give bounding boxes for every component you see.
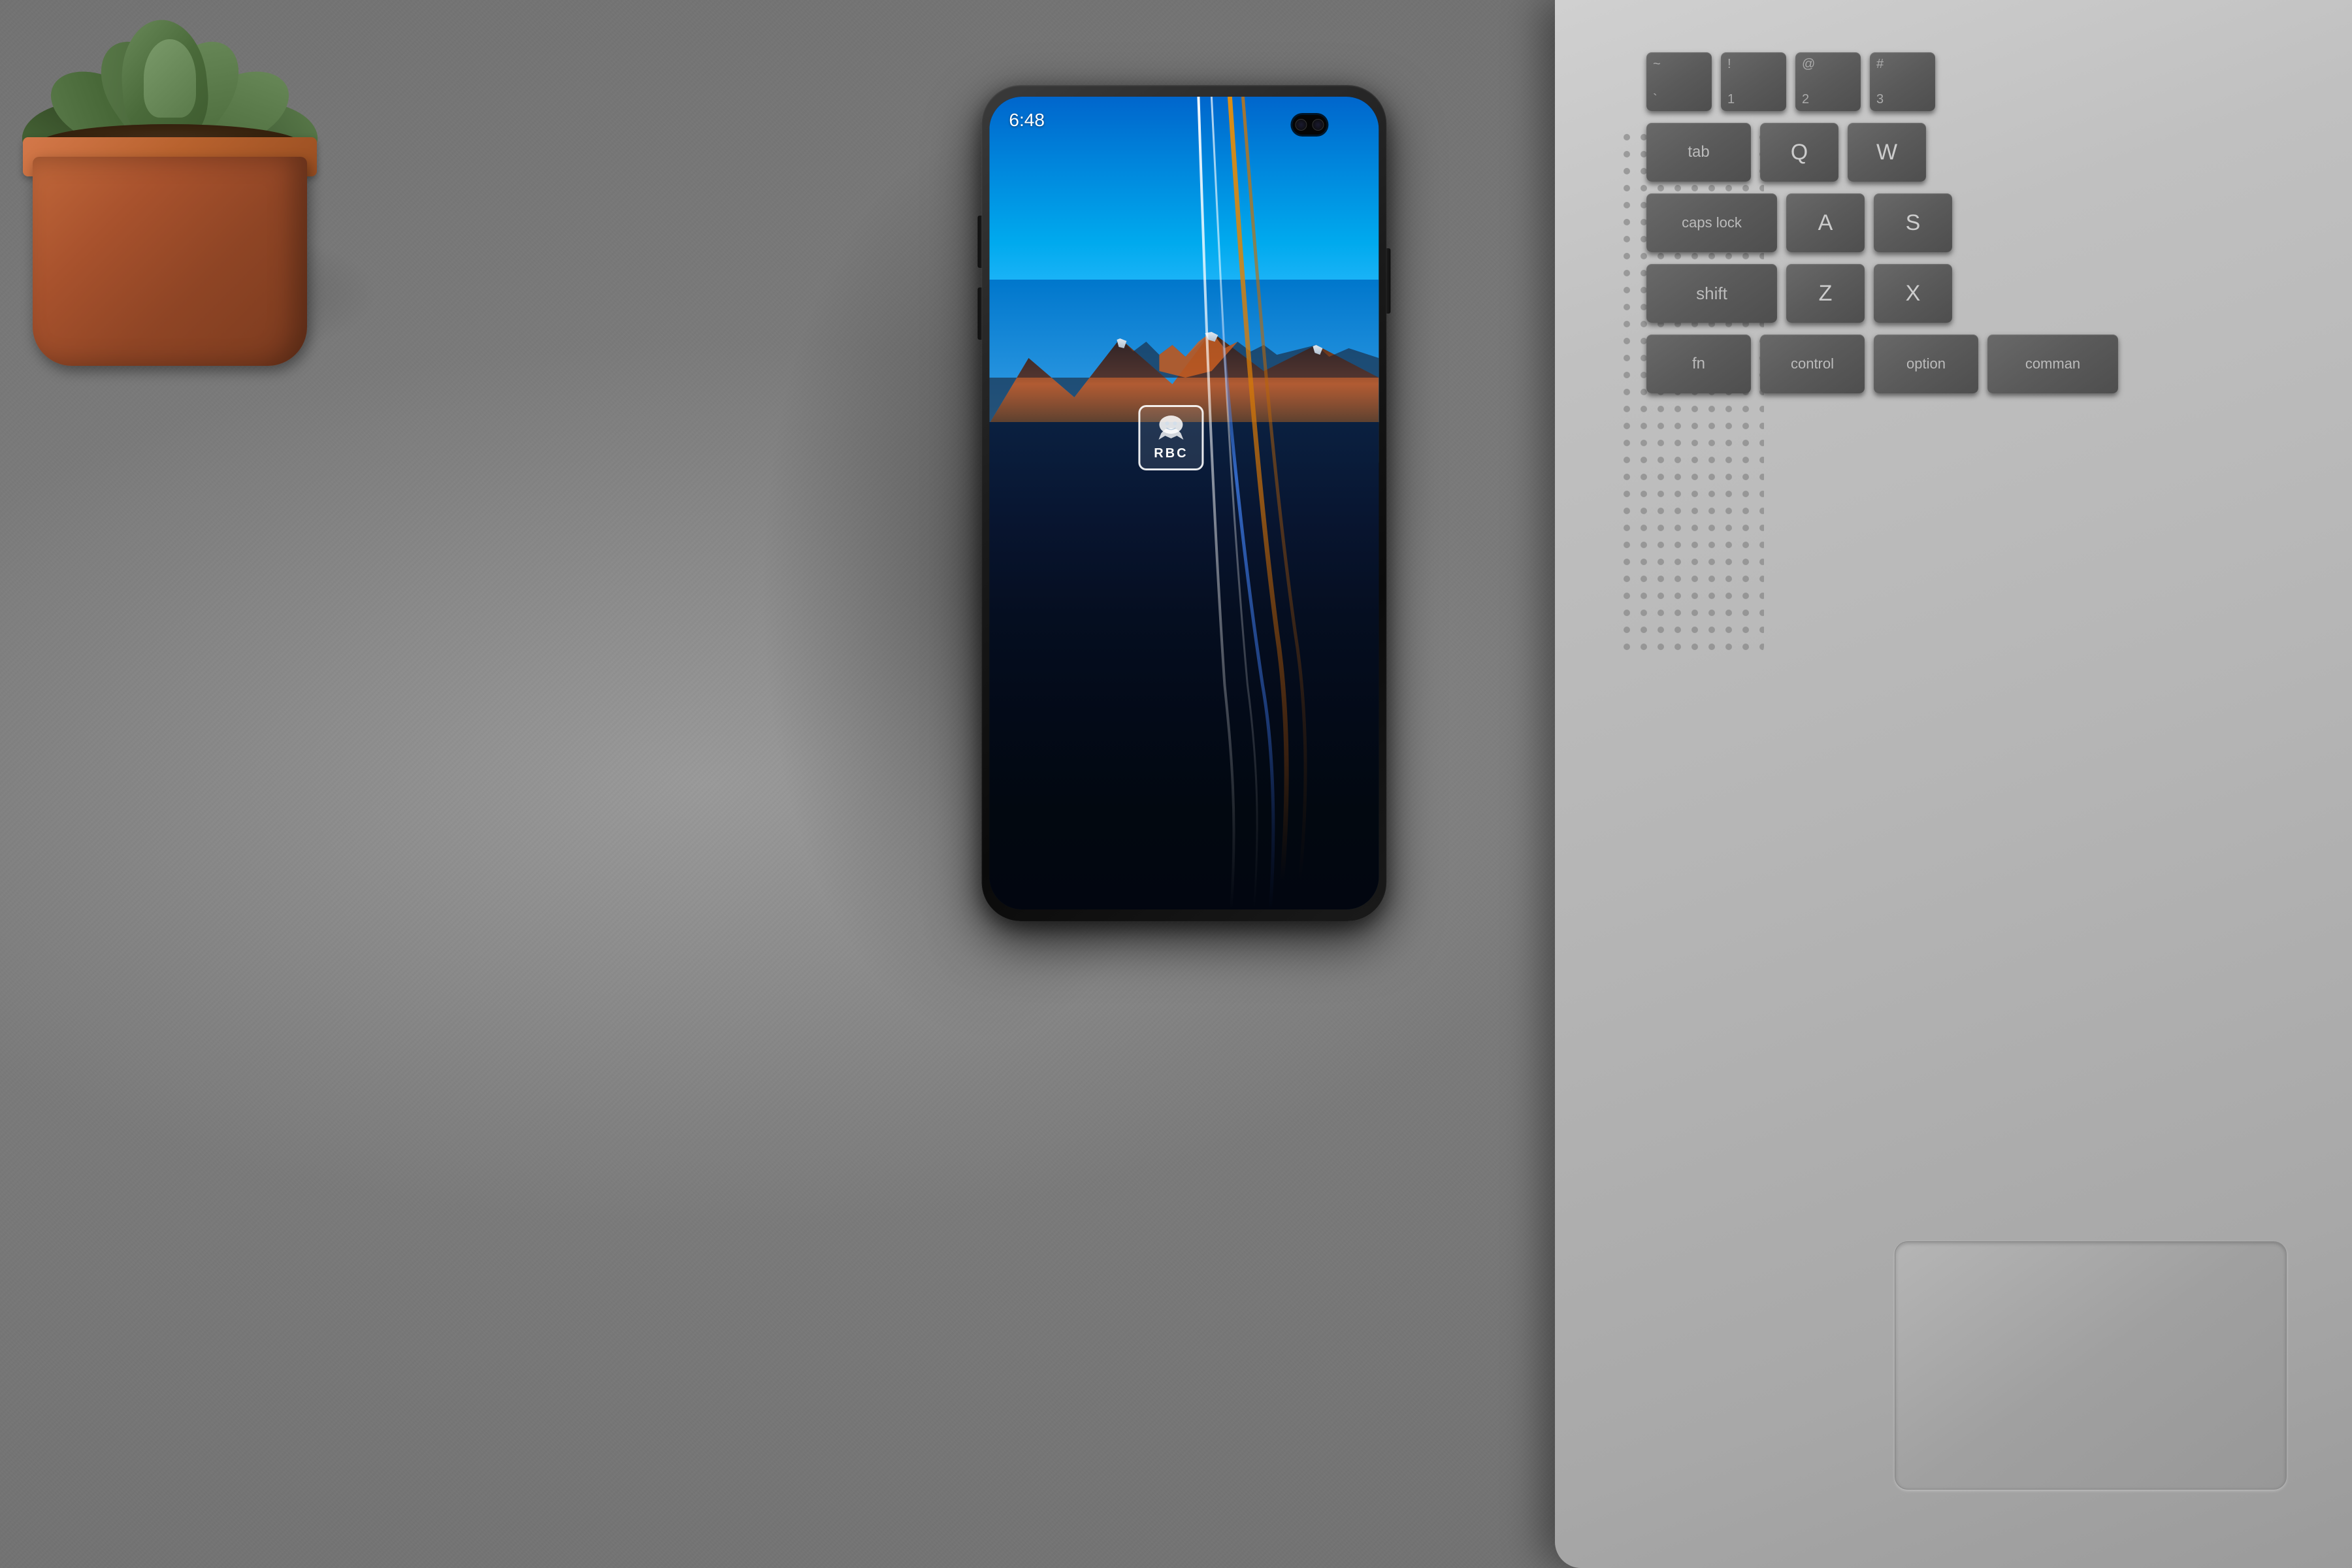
- rbc-logo-inner: RBC: [1138, 405, 1203, 470]
- keyboard: ~ ` ! 1 @ 2 # 3 tab: [1646, 52, 2352, 393]
- key-x[interactable]: X: [1874, 264, 1952, 323]
- smartphone: 6:48 RBC: [981, 85, 1386, 921]
- keyboard-row-2: tab Q W: [1646, 123, 2352, 182]
- phone-body: 6:48 RBC: [981, 85, 1386, 921]
- key-command[interactable]: comman: [1987, 335, 2118, 393]
- keyboard-row-4: shift Z X: [1646, 264, 2352, 323]
- key-w[interactable]: W: [1848, 123, 1926, 182]
- key-s[interactable]: S: [1874, 193, 1952, 252]
- key-z[interactable]: Z: [1786, 264, 1865, 323]
- leaf-center: [144, 39, 196, 118]
- key-q[interactable]: Q: [1760, 123, 1838, 182]
- keyboard-row-3: caps lock A S: [1646, 193, 2352, 252]
- key-hash-3[interactable]: # 3: [1870, 52, 1935, 111]
- screen-water-reflection: [989, 422, 1379, 909]
- key-tab[interactable]: tab: [1646, 123, 1751, 182]
- key-at-2[interactable]: @ 2: [1795, 52, 1861, 111]
- key-a[interactable]: A: [1786, 193, 1865, 252]
- plant-container: [0, 0, 392, 366]
- key-fn[interactable]: fn: [1646, 335, 1751, 393]
- key-shift[interactable]: shift: [1646, 264, 1777, 323]
- key-caps-lock[interactable]: caps lock: [1646, 193, 1777, 252]
- rbc-text: RBC: [1154, 446, 1188, 461]
- camera-lens-main: [1295, 119, 1307, 131]
- keyboard-row-1: ~ ` ! 1 @ 2 # 3: [1646, 52, 2352, 111]
- key-option[interactable]: option: [1874, 335, 1978, 393]
- phone-screen[interactable]: 6:48 RBC: [989, 97, 1379, 909]
- camera-lens-secondary: [1312, 119, 1324, 131]
- phone-time: 6:48: [1009, 110, 1045, 131]
- keyboard-row-5: fn control option comman: [1646, 335, 2352, 393]
- trackpad[interactable]: [1895, 1241, 2287, 1490]
- key-exclaim-1[interactable]: ! 1: [1721, 52, 1786, 111]
- rbc-logo: RBC: [1138, 405, 1203, 470]
- key-control[interactable]: control: [1760, 335, 1865, 393]
- pot-body: [33, 157, 307, 366]
- rbc-lion-icon: [1153, 415, 1189, 444]
- key-tilde-backtick[interactable]: ~ `: [1646, 52, 1712, 111]
- laptop-base: ~ ` ! 1 @ 2 # 3 tab: [1555, 0, 2352, 1568]
- camera-hole: [1292, 115, 1326, 135]
- laptop: ~ ` ! 1 @ 2 # 3 tab: [1555, 0, 2352, 1568]
